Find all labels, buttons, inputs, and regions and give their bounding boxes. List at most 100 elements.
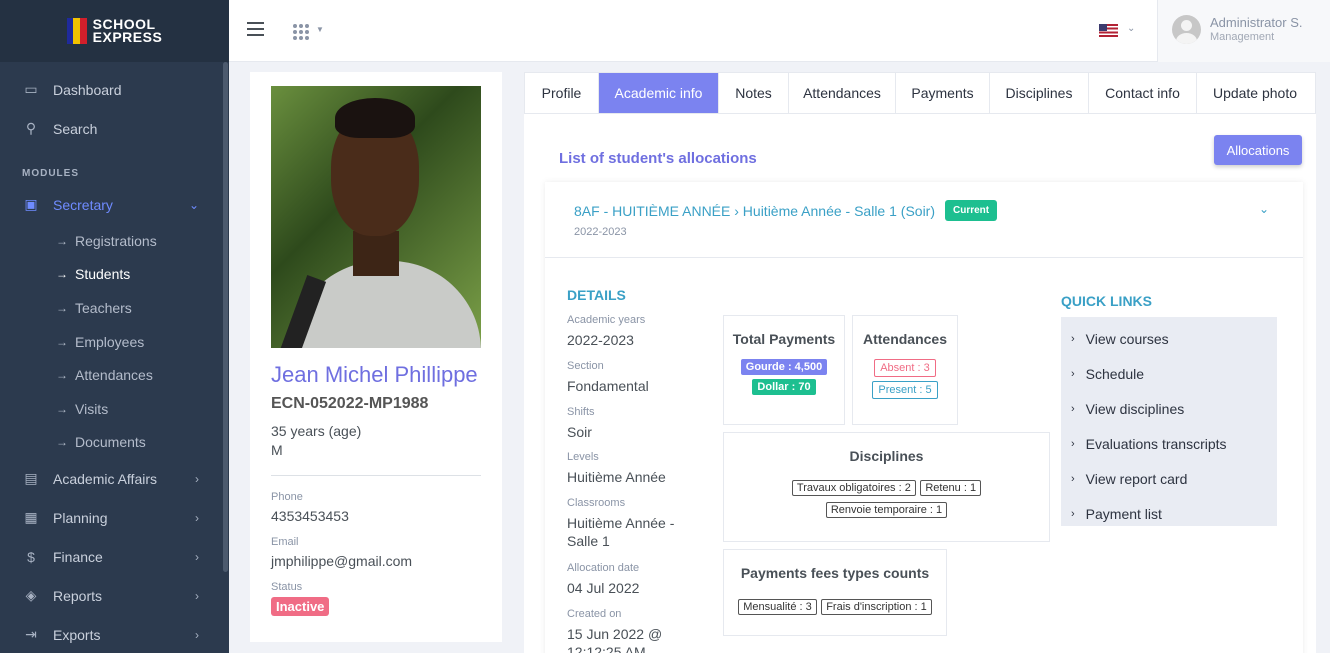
quick-link-label: View disciplines [1085,400,1185,417]
chevron-down-icon[interactable]: ⌄ [1259,202,1269,216]
sidebar-item-label: Reports [53,587,103,604]
detail-classrooms: Classrooms Huitième Année - Salle 1 [567,497,707,550]
box-title: Disciplines [849,448,924,464]
sidebar-item-secretary[interactable]: ▣ Secretary ⌄ [0,185,229,224]
student-photo [271,86,481,348]
chevron-right-icon: › [195,588,199,603]
disciplines-box: Disciplines Travaux obligatoires : 2 Ret… [723,432,1050,542]
avatar [1172,15,1201,44]
tab-academic-info[interactable]: Academic info [599,73,719,113]
sidebar-item-label: Exports [53,626,101,643]
allocation-year: 2022-2023 [574,226,627,238]
sidebar-item-label: Finance [53,548,103,565]
quick-link-view-report-card[interactable]: › View report card [1061,461,1277,496]
quick-link-payment-list[interactable]: › Payment list [1061,496,1277,531]
quick-link-evaluations-transcripts[interactable]: › Evaluations transcripts [1061,426,1277,461]
chevron-down-icon[interactable]: ⌄ [1127,23,1135,34]
sidebar-subitem-label: Visits [75,400,109,417]
layers-icon: ◈ [25,587,37,604]
sidebar-item-reports[interactable]: ◈ Reports › [0,576,229,615]
logo-line2: EXPRESS [92,29,163,45]
tab-contact-info[interactable]: Contact info [1089,73,1197,113]
attendances-box: Attendances Absent : 3 Present : 5 [852,315,958,425]
sidebar-subitem-attendances[interactable]: → Attendances [0,358,229,392]
student-sex: M [271,442,283,458]
sidebar-subitem-visits[interactable]: → Visits [0,392,229,426]
student-age: 35 years (age) [271,423,362,439]
logo[interactable]: SCHOOL EXPRESS [0,0,229,62]
menu-icon[interactable] [247,22,264,40]
search-icon: ⚲ [25,120,37,136]
chevron-right-icon: › [1071,332,1075,345]
sidebar-subitem-employees[interactable]: → Employees [0,325,229,359]
sidebar-subitem-teachers[interactable]: → Teachers [0,291,229,325]
box-title: Payments fees types counts [740,565,930,581]
chevron-right-icon: › [1071,437,1075,450]
section-title: List of student's allocations [559,150,757,167]
quick-link-label: Schedule [1085,365,1145,382]
email-label: Email [271,536,299,548]
quick-links-header: QUICK LINKS [1061,293,1152,309]
detail-label: Classrooms [567,497,626,509]
divider [271,475,481,476]
quick-link-label: Evaluations transcripts [1085,435,1227,452]
current-badge: Current [945,200,998,221]
sidebar-item-search[interactable]: ⚲ Search [0,109,229,148]
details-header: DETAILS [567,287,626,303]
sidebar-item-finance[interactable]: $ Finance › [0,537,229,576]
tab-payments[interactable]: Payments [896,73,990,113]
us-flag-icon[interactable] [1099,24,1118,37]
chevron-right-icon: › [1071,402,1075,415]
sidebar-item-exports[interactable]: ⇥ Exports › [0,615,229,653]
discipline-tag: Retenu : 1 [920,480,982,496]
detail-value: Huitième Année [567,469,666,485]
academic-info-panel: List of student's allocations Allocation… [524,114,1316,653]
detail-label: Created on [567,608,622,620]
discipline-tag: Travaux obligatoires : 2 [791,480,916,496]
chevron-down-icon: ⌄ [188,197,199,212]
box-title: Attendances [862,331,948,347]
tab-profile[interactable]: Profile [525,73,599,113]
folder-icon: ▣ [24,196,38,212]
sidebar-subitem-label: Employees [75,333,145,350]
sidebar-item-dashboard[interactable]: ▭ Dashboard [0,70,229,109]
user-name: Administrator S. [1210,15,1303,30]
chevron-right-icon: › [195,471,199,486]
allocations-button[interactable]: Allocations [1214,135,1302,165]
sidebar-subitem-documents[interactable]: → Documents [0,426,229,460]
sidebar-subitem-students[interactable]: → Students [0,258,229,292]
tab-notes[interactable]: Notes [719,73,789,113]
arrow-right-icon: → [56,300,68,315]
quick-link-view-disciplines[interactable]: › View disciplines [1061,391,1277,426]
quick-link-view-courses[interactable]: › View courses [1061,321,1277,356]
quick-link-label: View report card [1085,470,1188,487]
detail-value: Fondamental [567,378,649,394]
sidebar-item-planning[interactable]: ▦ Planning › [0,498,229,537]
box-title: Total Payments [732,331,836,347]
arrow-right-icon: → [56,368,68,383]
apps-grid-icon[interactable] [293,24,309,40]
dollar-icon: $ [27,548,35,565]
detail-value: Huitième Année - Salle 1 [567,515,675,549]
sidebar-subitem-registrations[interactable]: → Registrations [0,224,229,258]
sidebar-item-label: Academic Affairs [53,470,158,487]
tab-disciplines[interactable]: Disciplines [990,73,1089,113]
user-menu[interactable]: Administrator S. Management [1157,0,1330,62]
tab-attendances[interactable]: Attendances [789,73,896,113]
sidebar-item-label: Secretary [53,196,113,213]
detail-label: Section [567,360,604,372]
allocation-title[interactable]: 8AF - HUITIÈME ANNÉE › Huitième Année - … [574,203,935,219]
arrow-right-icon: → [56,401,68,416]
detail-value: 2022-2023 [567,332,634,348]
tab-update-photo[interactable]: Update photo [1197,73,1313,113]
chevron-right-icon: › [195,549,199,564]
allocation-card: 8AF - HUITIÈME ANNÉE › Huitième Année - … [545,182,1303,653]
quick-link-schedule[interactable]: › Schedule [1061,356,1277,391]
sidebar-item-academic-affairs[interactable]: ▤ Academic Affairs › [0,459,229,498]
sidebar: SCHOOL EXPRESS ▭ Dashboard ⚲ Search MODULES… [0,0,229,653]
caret-down-icon[interactable]: ▼ [316,25,324,34]
arrow-right-icon: → [56,435,68,450]
sidebar-subitem-label: Teachers [75,299,132,316]
gourde-badge: Gourde : 4,500 [740,359,828,375]
detail-value: Soir [567,424,592,440]
